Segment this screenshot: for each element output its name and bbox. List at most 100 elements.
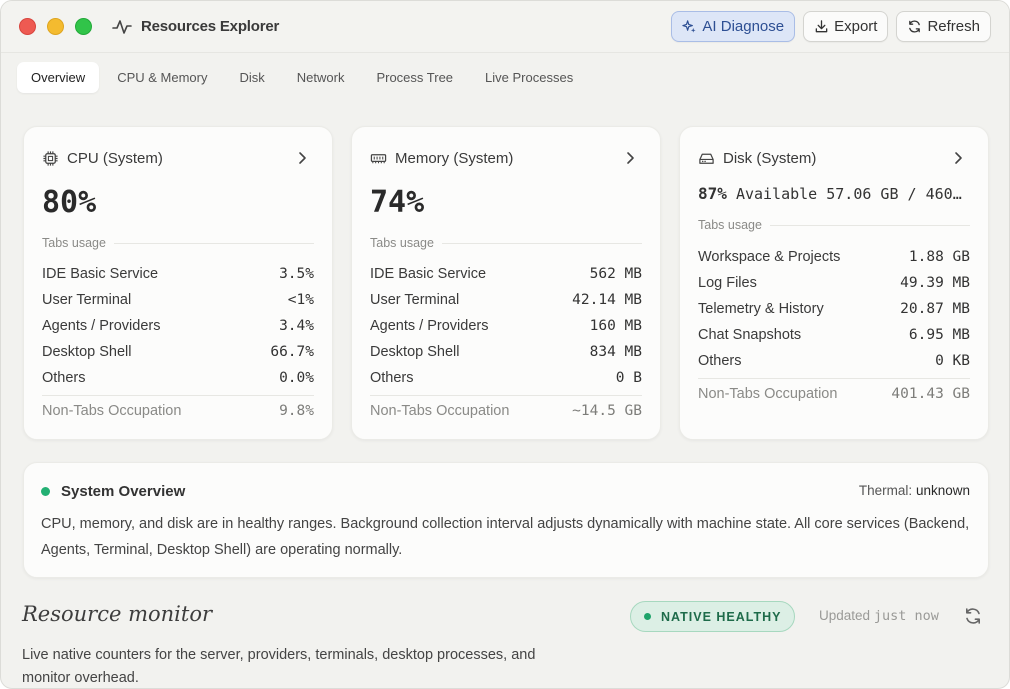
ai-diagnose-button[interactable]: AI Diagnose (671, 11, 796, 42)
row-label: Others (42, 370, 86, 386)
row-value: 1.88 GB (908, 249, 970, 265)
cpu-section-label: Tabs usage (42, 236, 314, 250)
system-overview-card: System Overview Thermal: unknown CPU, me… (23, 462, 989, 578)
memory-card[interactable]: Memory (System) 74% Tabs usage IDE Basic… (351, 126, 661, 440)
window-title-group: Resources Explorer (112, 18, 279, 36)
tab-process-tree[interactable]: Process Tree (362, 62, 467, 93)
row-label: Agents / Providers (42, 318, 161, 334)
system-overview-title: System Overview (61, 483, 186, 500)
updated-label: Updated (819, 608, 871, 623)
refresh-button[interactable]: Refresh (896, 11, 991, 42)
tab-network[interactable]: Network (283, 62, 359, 93)
footer-value: 9.8% (279, 403, 314, 419)
row-label: Chat Snapshots (698, 327, 802, 343)
tab-overview[interactable]: Overview (17, 62, 100, 93)
divider (42, 395, 314, 396)
footer-value: 401.43 GB (891, 386, 970, 402)
row-label: Telemetry & History (698, 301, 824, 317)
list-item: Desktop Shell 66.7% (42, 339, 314, 365)
export-label: Export (834, 18, 878, 35)
thermal-value: unknown (915, 483, 970, 498)
row-value: 0 KB (935, 353, 970, 369)
refresh-icon (909, 20, 921, 33)
disk-section-label: Tabs usage (698, 218, 970, 232)
title-actions: AI Diagnose Export Refresh (671, 11, 991, 42)
thermal-label: Thermal: (858, 483, 913, 498)
updated-status: Updated just now (819, 608, 939, 624)
chevron-right-icon[interactable] (624, 151, 636, 165)
healthy-status-dot (41, 487, 50, 496)
memory-section-label: Tabs usage (370, 236, 642, 250)
tab-disk[interactable]: Disk (225, 62, 278, 93)
activity-icon (112, 19, 132, 34)
disk-available-text: Available 57.06 GB / 460.43 GB (735, 185, 970, 203)
cpu-chip-icon (43, 151, 58, 166)
close-window-button[interactable] (19, 18, 36, 35)
minimize-window-button[interactable] (47, 18, 64, 35)
tab-cpu-memory[interactable]: CPU & Memory (103, 62, 221, 93)
chevron-right-icon[interactable] (296, 151, 308, 165)
memory-section-label-text: Tabs usage (370, 236, 434, 250)
list-item: IDE Basic Service 3.5% (42, 261, 314, 287)
cpu-rows: IDE Basic Service 3.5% User Terminal <1% A… (42, 261, 314, 391)
row-label: Agents / Providers (370, 318, 489, 334)
cpu-card[interactable]: CPU (System) 80% Tabs usage IDE Basic Se… (23, 126, 333, 440)
footer-value: ~14.5 GB (572, 403, 642, 419)
row-value: 834 MB (589, 344, 642, 360)
list-item: Workspace & Projects 1.88 GB (698, 244, 970, 270)
disk-usage-line: 87% Available 57.06 GB / 460.43 GB (698, 184, 970, 203)
row-value: 160 MB (589, 318, 642, 334)
row-label: Others (370, 370, 414, 386)
resource-monitor-description: Live native counters for the server, pro… (22, 647, 536, 686)
refresh-icon[interactable] (963, 606, 983, 626)
native-health-badge-label: NATIVE HEALTHY (661, 609, 782, 624)
row-value: 49.39 MB (900, 275, 970, 291)
cpu-usage-value: 80% (42, 185, 97, 220)
list-item: IDE Basic Service 562 MB (370, 261, 642, 287)
cpu-card-title: CPU (System) (67, 150, 163, 167)
memory-card-title: Memory (System) (395, 150, 514, 167)
row-label: IDE Basic Service (42, 266, 159, 282)
disk-card[interactable]: Disk (System) 87% Available 57.06 GB / 4… (679, 126, 989, 440)
tab-live-processes[interactable]: Live Processes (471, 62, 587, 93)
chevron-right-icon[interactable] (952, 151, 964, 165)
row-value: 42.14 MB (572, 292, 642, 308)
disk-usage-percent: 87% (698, 184, 727, 203)
footer-label: Non-Tabs Occupation (370, 403, 510, 419)
list-item: User Terminal <1% (42, 287, 314, 313)
row-label: Workspace & Projects (698, 249, 841, 265)
zoom-window-button[interactable] (75, 18, 92, 35)
window-title: Resources Explorer (141, 18, 280, 35)
memory-footer: Non-Tabs Occupation ~14.5 GB (370, 403, 642, 419)
list-item: Log Files 49.39 MB (698, 270, 970, 296)
list-item: User Terminal 42.14 MB (370, 287, 642, 313)
disk-footer: Non-Tabs Occupation 401.43 GB (698, 386, 970, 402)
list-item: Others 0.0% (42, 365, 314, 391)
row-label: Others (698, 353, 742, 369)
list-item: Agents / Providers 3.4% (42, 313, 314, 339)
row-label: Desktop Shell (370, 344, 460, 360)
system-overview-text: CPU, memory, and disk are in healthy ran… (41, 516, 970, 558)
tab-bar: Overview CPU & Memory Disk Network Proce… (17, 62, 587, 93)
disk-rows: Workspace & Projects 1.88 GB Log Files 49.… (698, 244, 970, 374)
thermal-status: Thermal: unknown (859, 483, 970, 498)
row-value: 0 B (615, 370, 642, 386)
list-item: Agents / Providers 160 MB (370, 313, 642, 339)
footer-label: Non-Tabs Occupation (42, 403, 182, 419)
window-controls (19, 18, 92, 35)
resource-monitor-title: Resource monitor (22, 602, 213, 626)
export-button[interactable]: Export (803, 11, 889, 42)
memory-card-header: Memory (System) (370, 150, 513, 167)
row-value: 66.7% (270, 344, 314, 360)
divider (698, 378, 970, 379)
disk-section-label-text: Tabs usage (698, 218, 762, 232)
row-value: 3.4% (279, 318, 314, 334)
ai-diagnose-label: AI Diagnose (702, 18, 785, 35)
row-value: 20.87 MB (900, 301, 970, 317)
disk-card-header: Disk (System) (698, 150, 816, 167)
refresh-label: Refresh (927, 18, 980, 35)
app-window: Resources Explorer AI Diagnose Export Re… (0, 0, 1010, 689)
row-value: 3.5% (279, 266, 314, 282)
row-label: Log Files (698, 275, 757, 291)
updated-value: just now (873, 608, 939, 624)
